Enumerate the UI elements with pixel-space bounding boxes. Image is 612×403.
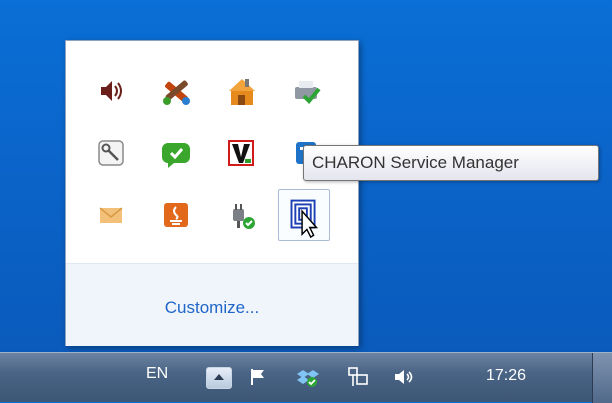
customize-link[interactable]: Customize... [66,298,358,318]
tools-crossed-icon[interactable] [156,71,196,111]
speaker-icon[interactable] [91,71,131,111]
charon-service-manager-icon[interactable] [278,189,330,241]
tooltip: CHARON Service Manager [303,145,599,181]
language-indicator[interactable]: EN [146,365,168,383]
show-hidden-icons-button[interactable] [206,367,232,389]
key-icon[interactable] [91,133,131,173]
network-icon[interactable] [346,365,370,389]
notification-overflow-panel: Customize... [65,40,359,346]
plug-check-icon[interactable] [221,195,261,235]
chevron-up-icon [214,374,224,380]
house-orange-icon[interactable] [221,71,261,111]
dropbox-sync-icon[interactable] [296,365,320,389]
taskbar: EN 17:26 [0,352,612,403]
overflow-footer: Customize... [66,263,358,346]
v-logo-icon[interactable] [221,133,261,173]
action-center-flag-icon[interactable] [246,365,270,389]
printer-check-icon[interactable] [286,71,326,111]
show-desktop-button[interactable] [592,353,612,403]
green-chat-icon[interactable] [156,133,196,173]
envelope-icon[interactable] [91,195,131,235]
volume-icon[interactable] [392,365,416,389]
clock[interactable]: 17:26 [486,367,526,385]
java-icon[interactable] [156,195,196,235]
